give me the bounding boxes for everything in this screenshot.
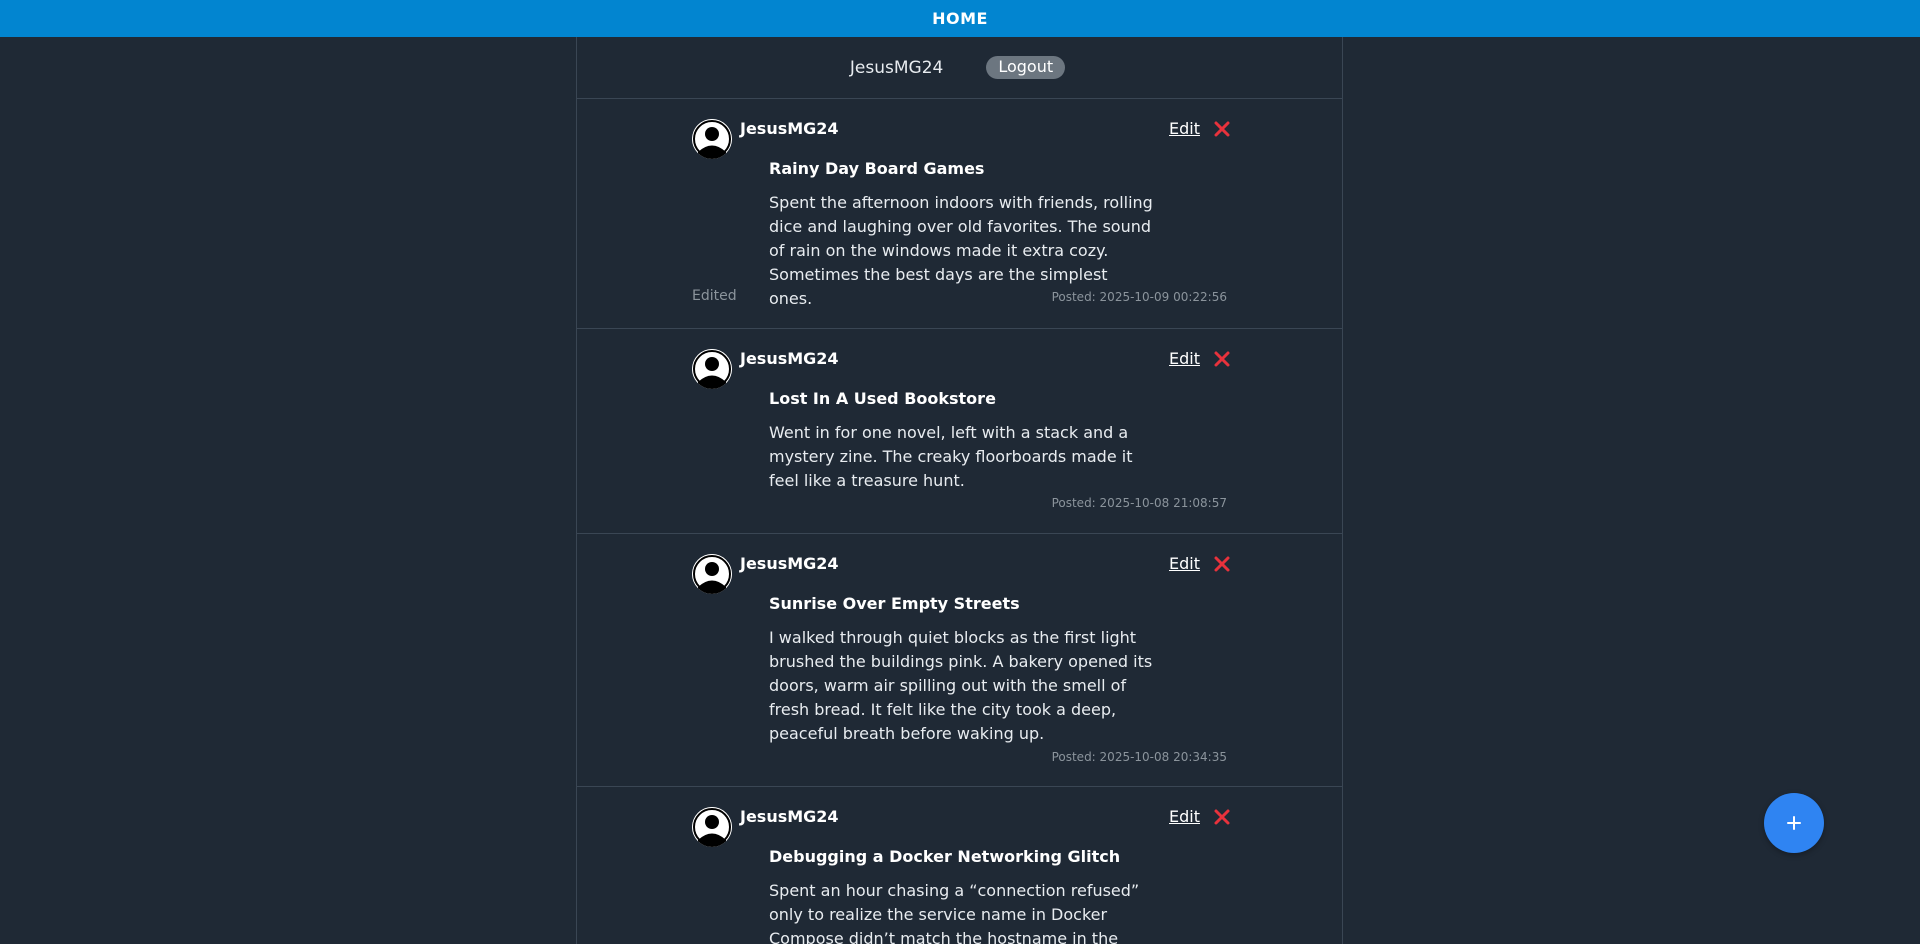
new-post-button[interactable] (1764, 793, 1824, 853)
post-author[interactable]: JesusMG24 (740, 349, 839, 368)
edit-post-link[interactable]: Edit (1169, 554, 1200, 573)
post-card: JesusMG24 Edit Rainy Day Board Games Spe… (577, 99, 1342, 329)
close-icon[interactable] (1213, 350, 1231, 368)
post-author[interactable]: JesusMG24 (740, 119, 839, 138)
post-title: Lost In A Used Bookstore (769, 389, 996, 408)
post-timestamp: Posted: 2025-10-08 20:34:35 (1051, 750, 1227, 764)
post-card: JesusMG24 Edit Debugging a Docker Networ… (577, 787, 1342, 944)
user-avatar-icon (692, 807, 732, 847)
post-body: Went in for one novel, left with a stack… (769, 423, 1133, 490)
edited-label: Edited (692, 288, 737, 304)
post-feed: JesusMG24 Logout JesusMG24 Edit Rainy Da… (576, 37, 1343, 944)
logout-button[interactable]: Logout (986, 56, 1066, 79)
post-body: I walked through quiet blocks as the fir… (769, 628, 1153, 743)
plus-icon (1787, 816, 1801, 830)
close-icon[interactable] (1213, 555, 1231, 573)
edit-post-link[interactable]: Edit (1169, 807, 1200, 826)
user-avatar-icon (692, 119, 732, 159)
current-username: JesusMG24 (849, 57, 944, 78)
edit-post-link[interactable]: Edit (1169, 349, 1200, 368)
post-card: JesusMG24 Edit Sunrise Over Empty Street… (577, 534, 1342, 787)
post-author[interactable]: JesusMG24 (740, 807, 839, 826)
top-nav-bar: HOME (0, 0, 1920, 37)
post-card: JesusMG24 Edit Lost In A Used Bookstore … (577, 329, 1342, 534)
user-avatar-icon (692, 349, 732, 389)
user-bar: JesusMG24 Logout (577, 37, 1342, 99)
edit-post-link[interactable]: Edit (1169, 119, 1200, 138)
post-author[interactable]: JesusMG24 (740, 554, 839, 573)
close-icon[interactable] (1213, 808, 1231, 826)
user-avatar-icon (692, 554, 732, 594)
close-icon[interactable] (1213, 120, 1231, 138)
post-title: Debugging a Docker Networking Glitch (769, 847, 1121, 866)
home-link[interactable]: HOME (932, 9, 988, 28)
post-timestamp: Posted: 2025-10-09 00:22:56 (1051, 290, 1227, 304)
post-timestamp: Posted: 2025-10-08 21:08:57 (1051, 496, 1227, 510)
post-title: Sunrise Over Empty Streets (769, 594, 1020, 613)
post-body: Spent an hour chasing a “connection refu… (769, 881, 1140, 944)
post-title: Rainy Day Board Games (769, 159, 985, 178)
